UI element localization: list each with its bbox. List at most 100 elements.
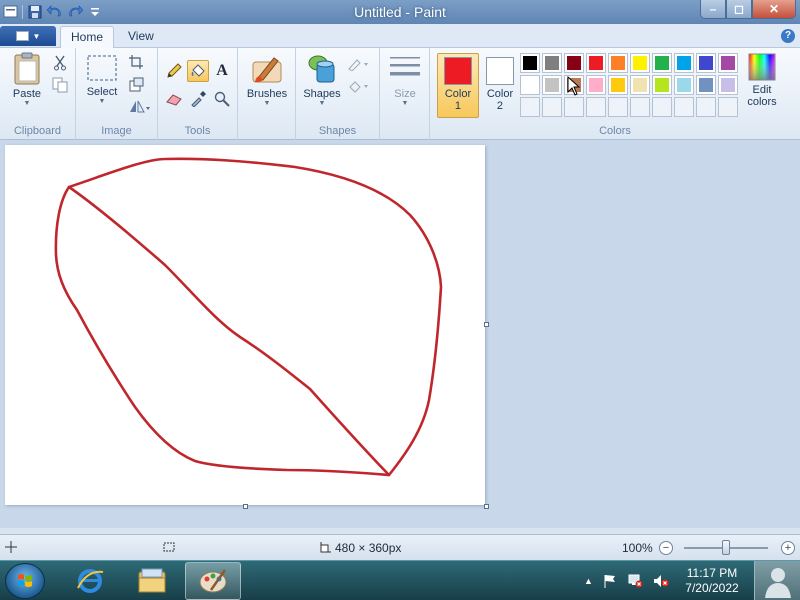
copy-icon[interactable] xyxy=(50,75,70,95)
palette-swatch[interactable] xyxy=(586,75,606,95)
tab-home[interactable]: Home xyxy=(60,26,115,49)
palette-swatch[interactable] xyxy=(542,53,562,73)
magnifier-icon[interactable] xyxy=(211,88,233,110)
size-group: Size ▼ xyxy=(380,48,430,140)
palette-swatch[interactable] xyxy=(674,53,694,73)
close-button[interactable]: ✕ xyxy=(752,0,796,19)
shapes-label: Shapes xyxy=(303,88,341,100)
palette-swatch[interactable] xyxy=(696,75,716,95)
palette-swatch-color xyxy=(523,78,537,92)
custom-color-slot[interactable] xyxy=(674,97,694,117)
palette-swatch[interactable] xyxy=(674,75,694,95)
custom-color-slot[interactable] xyxy=(630,97,650,117)
tools-group-label: Tools xyxy=(184,125,211,137)
cut-icon[interactable] xyxy=(50,53,70,73)
zoom-out-button[interactable]: − xyxy=(659,541,673,555)
color2-label: Color 2 xyxy=(486,88,514,112)
fill-icon[interactable] xyxy=(346,76,372,96)
palette-swatch[interactable] xyxy=(630,53,650,73)
image-group-label: Image xyxy=(101,125,132,137)
text-tool-icon[interactable]: A xyxy=(211,60,233,82)
taskbar: ▲ 11:17 PM 7/20/2022 xyxy=(0,560,800,600)
zoom-in-button[interactable]: + xyxy=(781,541,795,555)
resize-handle-right[interactable] xyxy=(484,322,489,327)
resize-handle-corner[interactable] xyxy=(484,504,489,509)
start-button[interactable] xyxy=(5,563,45,599)
show-hidden-icons-icon[interactable]: ▲ xyxy=(584,576,593,586)
palette-swatch[interactable] xyxy=(542,75,562,95)
palette-swatch[interactable] xyxy=(718,75,738,95)
paint-taskbar-button[interactable] xyxy=(185,562,241,600)
custom-color-slot[interactable] xyxy=(586,97,606,117)
shapes-group-label: Shapes xyxy=(318,125,357,137)
palette-swatch[interactable] xyxy=(586,53,606,73)
file-explorer-taskbar-button[interactable] xyxy=(124,562,180,600)
internet-explorer-taskbar-button[interactable] xyxy=(62,562,118,600)
shapes-button[interactable]: Shapes ▼ xyxy=(302,52,342,107)
dropdown-arrow-icon: ▼ xyxy=(263,100,271,107)
color-picker-icon[interactable] xyxy=(187,88,209,110)
brushes-group: Brushes ▼ xyxy=(238,48,296,140)
volume-muted-icon[interactable] xyxy=(653,574,669,588)
drawing-canvas[interactable] xyxy=(5,145,485,505)
title-bar: Untitled - Paint – ◻ ✕ xyxy=(0,0,800,24)
select-button[interactable]: Select ▼ xyxy=(82,52,122,105)
fill-bucket-icon[interactable] xyxy=(187,60,209,82)
custom-color-slot[interactable] xyxy=(564,97,584,117)
palette-swatch[interactable] xyxy=(564,53,584,73)
palette-swatch-color xyxy=(699,56,713,70)
palette-swatch-color xyxy=(655,78,669,92)
palette-swatch[interactable] xyxy=(652,53,672,73)
palette-swatch-color xyxy=(677,56,691,70)
custom-color-slot[interactable] xyxy=(608,97,628,117)
palette-swatch[interactable] xyxy=(520,53,540,73)
size-button[interactable]: Size ▼ xyxy=(386,52,424,107)
drawn-outline-stroke xyxy=(54,157,443,477)
show-desktop-button[interactable] xyxy=(754,561,800,600)
outline-icon[interactable] xyxy=(346,54,372,74)
palette-swatch-color xyxy=(721,78,735,92)
custom-color-slot[interactable] xyxy=(542,97,562,117)
custom-color-slot[interactable] xyxy=(718,97,738,117)
help-button[interactable]: ? xyxy=(781,29,795,43)
palette-swatch[interactable] xyxy=(718,53,738,73)
line-width-icon xyxy=(390,57,420,76)
palette-swatch[interactable] xyxy=(608,53,628,73)
action-center-flag-icon[interactable] xyxy=(603,574,617,588)
eraser-icon[interactable] xyxy=(163,88,185,110)
color2-button[interactable]: Color 2 xyxy=(479,53,521,118)
palette-swatch[interactable] xyxy=(652,75,672,95)
tab-view[interactable]: View xyxy=(118,26,164,49)
paint-menu-button[interactable]: ▼ xyxy=(0,26,56,46)
minimize-button[interactable]: – xyxy=(700,0,726,19)
custom-color-slot[interactable] xyxy=(696,97,716,117)
palette-swatch[interactable] xyxy=(630,75,650,95)
resize-icon[interactable] xyxy=(126,74,146,94)
edit-colors-button[interactable]: Edit colors xyxy=(742,52,782,108)
canvas-workspace[interactable] xyxy=(0,141,800,534)
rotate-icon[interactable] xyxy=(126,96,154,116)
palette-swatch-color xyxy=(567,56,581,70)
palette-swatch-color xyxy=(545,56,559,70)
custom-color-slot[interactable] xyxy=(652,97,672,117)
pencil-icon[interactable] xyxy=(163,60,185,82)
crop-icon[interactable] xyxy=(126,52,146,72)
shapes-icon xyxy=(308,55,335,83)
network-icon[interactable] xyxy=(627,574,643,588)
brushes-button[interactable]: Brushes ▼ xyxy=(244,52,290,107)
clipboard-group: Paste ▼ Clipboard xyxy=(0,48,76,140)
palette-swatch-color xyxy=(721,56,735,70)
color1-button[interactable]: Color 1 xyxy=(437,53,479,118)
palette-swatch[interactable] xyxy=(520,75,540,95)
custom-color-slot[interactable] xyxy=(520,97,540,117)
taskbar-clock[interactable]: 11:17 PM 7/20/2022 xyxy=(684,566,740,596)
folder-icon xyxy=(138,568,166,593)
paste-label: Paste xyxy=(12,88,42,100)
zoom-slider-thumb[interactable] xyxy=(722,540,730,555)
palette-swatch[interactable] xyxy=(608,75,628,95)
dropdown-arrow-icon: ▼ xyxy=(318,100,326,107)
maximize-button[interactable]: ◻ xyxy=(726,0,752,19)
paste-button[interactable]: Paste ▼ xyxy=(8,52,46,107)
palette-swatch[interactable] xyxy=(696,53,716,73)
resize-handle-bottom[interactable] xyxy=(243,504,248,509)
